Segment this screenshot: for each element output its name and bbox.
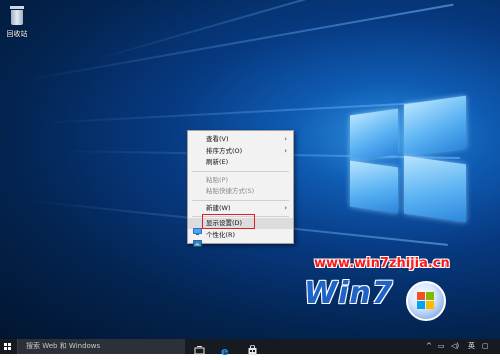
highlight-annotation-box <box>202 214 255 229</box>
menu-separator <box>192 171 289 172</box>
submenu-arrow-icon: › <box>284 135 287 143</box>
store-icon[interactable] <box>247 341 258 355</box>
background-light-beam <box>89 0 456 62</box>
edge-browser-icon[interactable]: e <box>220 341 231 358</box>
menu-item-personalize[interactable]: 个性化(R) <box>188 230 293 247</box>
windows-logo-pane <box>350 160 398 214</box>
menu-item-sort-by[interactable]: 排序方式(O) › <box>188 146 293 157</box>
watermark-url: www.win7zhijia.cn <box>314 256 450 271</box>
taskbar: 搜索 Web 和 Windows e ^ ▭ ◁) 英 ▢ <box>0 339 500 358</box>
menu-item-paste: 粘贴(P) <box>188 175 293 186</box>
task-view-icon[interactable] <box>194 341 205 355</box>
menu-item-label: 刷新(E) <box>206 158 229 166</box>
desktop[interactable]: 回收站 查看(V) › 排序方式(O) › 刷新(E) 粘贴(P) 粘贴快捷方式… <box>0 0 500 339</box>
submenu-arrow-icon: › <box>284 147 287 155</box>
ime-indicator[interactable]: 英 <box>468 339 475 354</box>
recycle-bin-icon <box>9 6 25 26</box>
expand-tray-icon[interactable]: ^ <box>426 339 432 354</box>
network-icon[interactable]: ▭ <box>438 339 445 354</box>
windows-logo-pane <box>404 95 466 157</box>
menu-item-label: 查看(V) <box>206 135 229 143</box>
menu-item-paste-shortcut: 粘贴快捷方式(S) <box>188 186 293 197</box>
menu-item-new[interactable]: 新建(W) › <box>188 203 293 214</box>
recycle-bin[interactable]: 回收站 <box>2 6 32 39</box>
menu-item-label: 新建(W) <box>206 204 231 212</box>
notifications-icon[interactable]: ▢ <box>482 339 489 354</box>
menu-separator <box>192 200 289 201</box>
menu-item-label: 个性化(R) <box>206 231 236 239</box>
menu-item-label: 排序方式(O) <box>206 147 243 155</box>
volume-icon[interactable]: ◁) <box>451 339 459 354</box>
windows-logo-pane <box>350 108 398 162</box>
windows-logo-pane <box>404 155 466 223</box>
personalize-icon <box>193 232 202 247</box>
menu-item-refresh[interactable]: 刷新(E) <box>188 157 293 168</box>
background-light-beam <box>19 3 454 82</box>
windows-flag-logo-icon <box>406 281 446 321</box>
search-box[interactable]: 搜索 Web 和 Windows <box>17 339 185 354</box>
svg-text:e: e <box>221 345 228 356</box>
menu-item-label: 粘贴(P) <box>206 176 228 184</box>
watermark-brand: Win7 <box>304 276 394 311</box>
menu-item-view[interactable]: 查看(V) › <box>188 134 293 145</box>
start-button[interactable] <box>0 339 16 354</box>
submenu-arrow-icon: › <box>284 204 287 212</box>
display-icon <box>193 220 202 235</box>
search-placeholder: 搜索 Web 和 Windows <box>26 342 101 350</box>
recycle-bin-label: 回收站 <box>6 30 28 38</box>
system-tray: ^ ▭ ◁) 英 ▢ <box>420 339 500 354</box>
watermark: www.win7zhijia.cn Win7 <box>300 246 500 336</box>
menu-item-label: 粘贴快捷方式(S) <box>206 187 255 195</box>
